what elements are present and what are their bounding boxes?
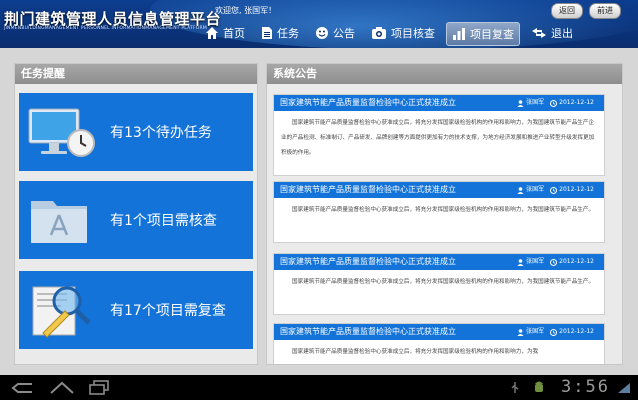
notice-meta: 张国军 2012-12-12 [517, 182, 600, 198]
clock-icon [550, 328, 558, 336]
user-icon [517, 186, 524, 194]
clock-icon [550, 99, 558, 107]
task-card-review[interactable]: 有17个项目需复查 [19, 271, 253, 349]
system-bar: 3:56 [0, 375, 638, 400]
notice-item[interactable]: 国家建筑节能产品质量监督检验中心正式获准成立 张国军 2012-12-12 国家… [273, 323, 605, 364]
nav-label: 公告 [333, 27, 355, 40]
task-panel: 任务提醒 有13个待办任务 有1个项目需核查 有17个项目需复查 [14, 63, 258, 365]
notice-panel-title: 系统公告 [267, 64, 622, 84]
camera-icon [372, 27, 386, 39]
notice-meta: 张国军 2012-12-12 [517, 324, 600, 340]
usb-icon [511, 382, 519, 393]
notice-meta: 张国军 2012-12-12 [517, 95, 600, 111]
notice-panel: 系统公告 国家建筑节能产品质量监督检验中心正式获准成立 张国军 2012-12-… [266, 63, 623, 365]
home-nav-icon[interactable] [49, 380, 75, 395]
notice-body: 国家建筑节能产品质量监督检验中心获准成立后，将充分发挥国家级检验机构的作用和影响… [292, 207, 595, 213]
nav-label: 首页 [223, 27, 245, 40]
document-icon [262, 27, 272, 39]
user-icon [517, 328, 524, 336]
nav-item-notices[interactable]: 公告 [310, 22, 360, 44]
notice-author: 张国军 [526, 186, 545, 193]
monitor-clock-icon [28, 108, 95, 157]
forward-button[interactable]: 前进 [589, 3, 621, 19]
notice-title-bar: 国家建筑节能产品质量监督检验中心正式获准成立 张国军 2012-12-12 [274, 324, 604, 340]
nav-item-logout[interactable]: 退出 [526, 22, 578, 44]
system-clock: 3:56 [561, 377, 610, 397]
notice-date: 2012-12-12 [559, 258, 594, 265]
task-label: 有1个项目需核查 [110, 213, 217, 229]
welcome-text: 欢迎您, 张国军！ [215, 6, 277, 15]
nav-label: 任务 [277, 27, 299, 40]
nav-item-home[interactable]: 首页 [200, 22, 250, 44]
notice-title: 国家建筑节能产品质量监督检验中心正式获准成立 [280, 257, 456, 266]
notice-title: 国家建筑节能产品质量监督检验中心正式获准成立 [280, 98, 456, 107]
exit-arrows-icon [532, 28, 546, 38]
notice-body: 国家建筑节能产品质量监督检验中心获准成立后，将充分发挥国家级检验机构的作用和影响… [292, 349, 539, 355]
notice-date: 2012-12-12 [559, 328, 594, 335]
smiley-icon [316, 27, 328, 39]
nav-label: 项目核查 [391, 27, 435, 40]
notice-title-bar: 国家建筑节能产品质量监督检验中心正式获准成立 张国军 2012-12-12 [274, 95, 604, 111]
notice-author: 张国军 [526, 258, 545, 265]
notice-body: 国家建筑节能产品质量监督检验中心获准成立后，将充分发挥国家级检验机构的作用和影响… [281, 120, 595, 156]
notice-item[interactable]: 国家建筑节能产品质量监督检验中心正式获准成立 张国军 2012-12-12 国家… [273, 94, 605, 176]
notice-title-bar: 国家建筑节能产品质量监督检验中心正式获准成立 张国军 2012-12-12 [274, 182, 604, 198]
user-icon [517, 99, 524, 107]
nav-item-tasks[interactable]: 任务 [256, 22, 304, 44]
nav-label: 项目复查 [470, 28, 514, 41]
task-label: 有13个待办任务 [110, 125, 212, 141]
notice-body: 国家建筑节能产品质量监督检验中心获准成立后，将充分发挥国家级检验机构的作用和影响… [292, 279, 595, 285]
android-icon [535, 381, 543, 392]
back-nav-icon[interactable] [10, 381, 34, 395]
notice-item[interactable]: 国家建筑节能产品质量监督检验中心正式获准成立 张国军 2012-12-12 国家… [273, 253, 605, 315]
nav-label: 退出 [551, 27, 573, 40]
task-card-check[interactable]: 有1个项目需核查 [19, 181, 253, 259]
app-header: 荆门建筑管理人员信息管理平台 JINMENBUILDINGMANAGEMENT … [0, 0, 638, 48]
notice-date: 2012-12-12 [559, 99, 594, 106]
signal-icon [618, 383, 630, 393]
home-icon [206, 27, 218, 39]
nav-item-project-check[interactable]: 项目核查 [366, 22, 440, 44]
notice-meta: 张国军 2012-12-12 [517, 254, 600, 270]
notice-title: 国家建筑节能产品质量监督检验中心正式获准成立 [280, 327, 456, 336]
notice-title: 国家建筑节能产品质量监督检验中心正式获准成立 [280, 185, 456, 194]
user-icon [517, 258, 524, 266]
clock-icon [550, 186, 558, 194]
notice-author: 张国军 [526, 328, 545, 335]
notice-author: 张国军 [526, 99, 545, 106]
task-card-todo[interactable]: 有13个待办任务 [19, 93, 253, 171]
task-label: 有17个项目需复查 [110, 303, 226, 319]
notice-title-bar: 国家建筑节能产品质量监督检验中心正式获准成立 张国军 2012-12-12 [274, 254, 604, 270]
notice-item[interactable]: 国家建筑节能产品质量监督检验中心正式获准成立 张国军 2012-12-12 国家… [273, 181, 605, 243]
bar-chart-icon [453, 28, 465, 40]
folder-icon [31, 201, 87, 243]
task-panel-title: 任务提醒 [15, 64, 257, 84]
recent-apps-icon[interactable] [88, 380, 110, 395]
clock-icon [550, 258, 558, 266]
main-nav: 首页 任务 公告 项目核查 项目复查 退出 [200, 22, 584, 46]
back-button[interactable]: 返回 [551, 3, 583, 19]
nav-item-project-review[interactable]: 项目复查 [446, 22, 520, 46]
notice-date: 2012-12-12 [559, 186, 594, 193]
magnifier-pencil-icon [32, 286, 91, 338]
app-subtitle: JINMENBUILDINGMANAGEMENT PERSONNEL INFOR… [4, 26, 207, 31]
